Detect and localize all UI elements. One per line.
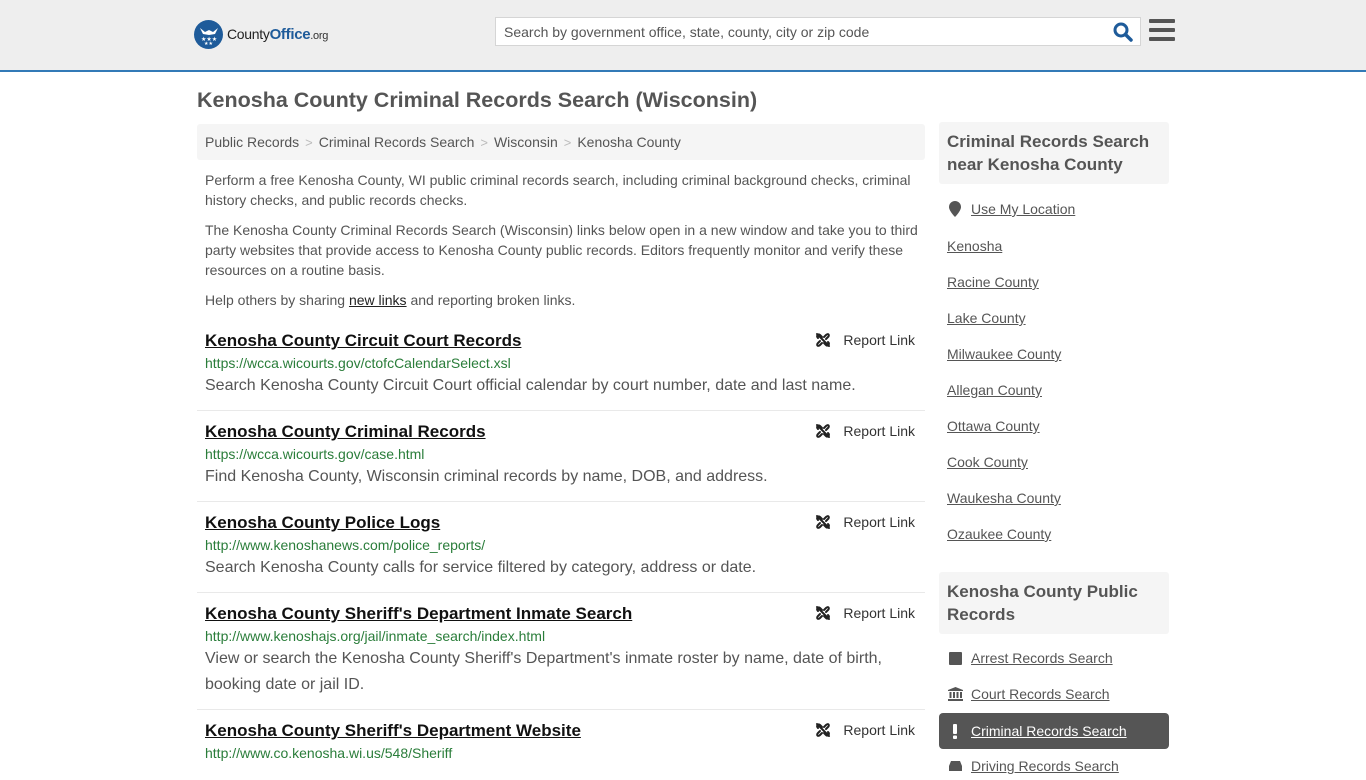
page-title: Kenosha County Criminal Records Search (… — [197, 88, 758, 112]
listing-title-link[interactable]: Kenosha County Sheriff's Department Inma… — [205, 603, 917, 625]
listing-url-link[interactable]: http://www.kenoshajs.org/jail/inmate_sea… — [205, 627, 917, 645]
eagle-logo-icon: ★★★ ★★ — [194, 20, 223, 49]
listing-description: Find Kenosha County, Wisconsin criminal … — [205, 468, 768, 485]
search-icon — [1113, 22, 1133, 42]
car-icon — [947, 760, 963, 773]
nearby-link-milwaukee-county[interactable]: Milwaukee County — [947, 346, 1061, 362]
public-records-item-criminal[interactable]: Criminal Records Search — [939, 713, 1169, 749]
nearby-link-lake-county[interactable]: Lake County — [947, 310, 1026, 326]
nearby-link-cook-county[interactable]: Cook County — [947, 454, 1028, 470]
breadcrumb: Public Records > Criminal Records Search… — [197, 124, 925, 160]
breadcrumb-public-records[interactable]: Public Records — [205, 134, 299, 150]
search-box — [495, 17, 1141, 46]
courthouse-icon — [947, 687, 963, 701]
broken-link-icon — [816, 515, 831, 529]
nearby-link-racine-county[interactable]: Racine County — [947, 274, 1039, 290]
menu-bar-icon — [1149, 37, 1175, 41]
search-button[interactable] — [1112, 21, 1134, 43]
listing-url-link[interactable]: http://www.co.kenosha.wi.us/548/Sheriff — [205, 744, 917, 762]
intro-paragraph: Perform a free Kenosha County, WI public… — [205, 172, 911, 208]
breadcrumb-kenosha-county[interactable]: Kenosha County — [577, 134, 681, 150]
use-my-location-link[interactable]: Use My Location — [971, 201, 1075, 217]
report-link-button[interactable]: Report Link — [815, 605, 915, 621]
listing-title-link[interactable]: Kenosha County Sheriff's Department Webs… — [205, 720, 917, 742]
report-link-button[interactable]: Report Link — [815, 514, 915, 530]
listing-title-link[interactable]: Kenosha County Police Logs — [205, 512, 917, 534]
menu-bar-icon — [1149, 28, 1175, 32]
listing-url-link[interactable]: https://wcca.wicourts.gov/case.html — [205, 445, 917, 463]
intro-text: Perform a free Kenosha County, WI public… — [205, 170, 920, 320]
breadcrumb-criminal-records-search[interactable]: Criminal Records Search — [319, 134, 475, 150]
listing-item: Kenosha County Criminal Records https://… — [197, 421, 925, 502]
exclamation-icon — [947, 723, 963, 739]
map-marker-icon — [947, 201, 963, 217]
breadcrumb-separator: > — [480, 134, 488, 150]
breadcrumb-separator: > — [563, 134, 572, 150]
listing-title-link[interactable]: Kenosha County Circuit Court Records — [205, 330, 917, 352]
report-link-button[interactable]: Report Link — [815, 332, 915, 348]
broken-link-icon — [816, 606, 831, 620]
listing-url-link[interactable]: http://www.kenoshanews.com/police_report… — [205, 536, 917, 554]
hamburger-menu-button[interactable] — [1149, 19, 1175, 43]
broken-link-icon — [816, 424, 831, 438]
listing-description: Search Kenosha County Circuit Court offi… — [205, 377, 856, 394]
nearby-link-ozaukee-county[interactable]: Ozaukee County — [947, 526, 1051, 542]
breadcrumb-wisconsin[interactable]: Wisconsin — [494, 134, 558, 150]
breadcrumb-separator: > — [305, 134, 313, 150]
public-records-item-driving[interactable]: Driving Records Search — [947, 758, 1119, 774]
report-link-button[interactable]: Report Link — [815, 722, 915, 738]
listing-item: Kenosha County Sheriff's Department Inma… — [197, 603, 925, 710]
menu-bar-icon — [1149, 19, 1175, 23]
listing-item: Kenosha County Circuit Court Records htt… — [197, 330, 925, 411]
new-links-link[interactable]: new links — [349, 292, 407, 308]
listing-description: Search Kenosha County calls for service … — [205, 559, 757, 576]
public-records-item-arrest[interactable]: Arrest Records Search — [947, 650, 1113, 666]
listing-url-link[interactable]: https://wcca.wicourts.gov/ctofcCalendarS… — [205, 354, 917, 372]
site-logo[interactable]: ★★★ ★★ CountyOffice.org — [194, 20, 328, 49]
nearby-link-kenosha[interactable]: Kenosha — [947, 238, 1002, 254]
broken-link-icon — [816, 723, 831, 737]
public-records-heading: Kenosha County Public Records — [939, 572, 1169, 634]
use-my-location[interactable]: Use My Location — [947, 201, 1075, 217]
square-icon — [947, 651, 963, 665]
svg-text:★★: ★★ — [204, 41, 213, 45]
listing-item: Kenosha County Sheriff's Department Webs… — [197, 720, 925, 780]
public-records-item-court[interactable]: Court Records Search — [947, 686, 1110, 702]
nearby-heading: Criminal Records Search near Kenosha Cou… — [939, 122, 1169, 184]
site-header: ★★★ ★★ CountyOffice.org — [0, 0, 1366, 72]
broken-link-icon — [816, 333, 831, 347]
listing-title-link[interactable]: Kenosha County Criminal Records — [205, 421, 917, 443]
intro-paragraph: The Kenosha County Criminal Records Sear… — [205, 222, 918, 278]
logo-text: CountyOffice.org — [227, 26, 329, 43]
listing-description: View or search the Kenosha County Sherif… — [205, 650, 882, 693]
search-input[interactable] — [496, 18, 1096, 45]
nearby-link-allegan-county[interactable]: Allegan County — [947, 382, 1042, 398]
share-links-paragraph: Help others by sharing new links and rep… — [205, 292, 576, 308]
nearby-link-waukesha-county[interactable]: Waukesha County — [947, 490, 1061, 506]
nearby-link-ottawa-county[interactable]: Ottawa County — [947, 418, 1040, 434]
listing-item: Kenosha County Police Logs http://www.ke… — [197, 512, 925, 593]
report-link-button[interactable]: Report Link — [815, 423, 915, 439]
